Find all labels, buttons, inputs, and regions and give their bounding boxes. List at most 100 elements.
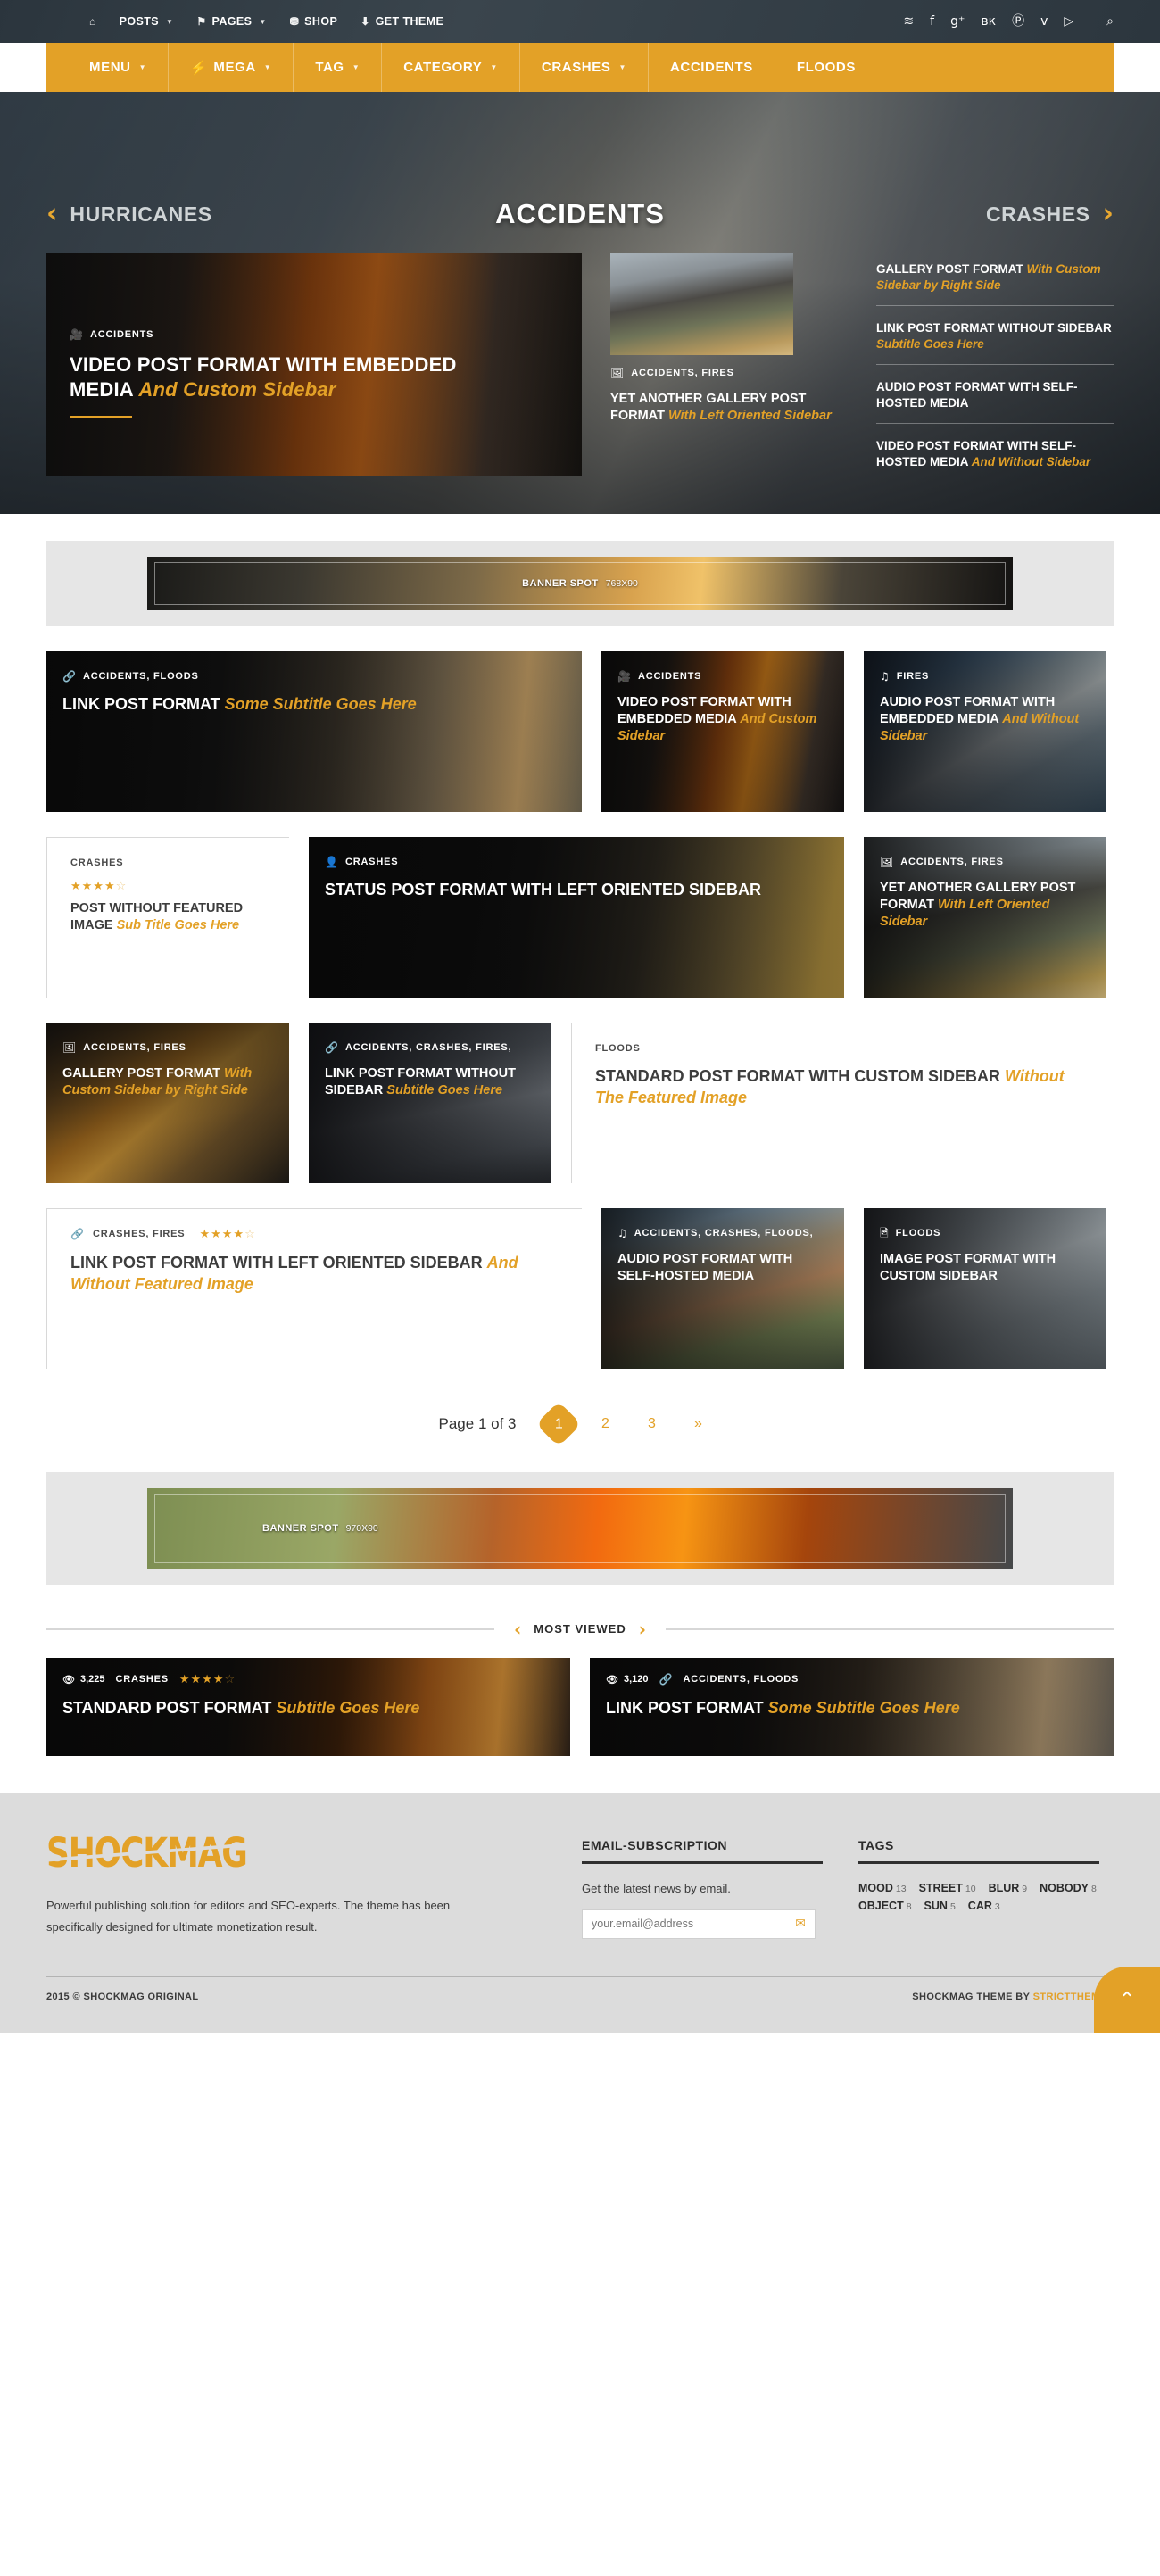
rss-icon[interactable]: ≋	[903, 15, 914, 28]
twitter-icon[interactable]: ᴠ	[1040, 15, 1048, 28]
post-card[interactable]: 🖼 ACCIDENTS, FIRES YET ANOTHER GALLERY P…	[864, 836, 1106, 998]
post-title[interactable]: YET ANOTHER GALLERY POST FORMAT With Lef…	[880, 880, 1090, 932]
post-title[interactable]: STATUS POST FORMAT WITH LEFT ORIENTED SI…	[325, 880, 823, 901]
divider	[582, 1860, 823, 1864]
category-list[interactable]: ACCIDENTS, FIRES	[900, 857, 1003, 867]
post-card[interactable]: ♫ FIRES AUDIO POST FORMAT WITH EMBEDDED …	[864, 650, 1106, 812]
category-list[interactable]: ACCIDENTS	[90, 329, 153, 340]
post-title[interactable]: STANDARD POST FORMAT Subtitle Goes Here	[62, 1698, 549, 1719]
topnav-item-pages[interactable]: ⚑ PAGES ▼	[196, 15, 266, 28]
page-button-2[interactable]: 2	[589, 1408, 621, 1440]
list-item[interactable]: VIDEO POST FORMAT WITH SELF-HOSTED MEDIA…	[876, 422, 1114, 482]
most-viewed-card[interactable]: 👁 3,225 CRASHES ★★★★☆ STANDARD POST FORMA…	[46, 1657, 570, 1756]
nav-item-category[interactable]: CATEGORY ▼	[382, 43, 520, 92]
page-button-3[interactable]: 3	[635, 1408, 667, 1440]
category-list[interactable]: ACCIDENTS	[638, 671, 701, 682]
tag-item[interactable]: BLUR 9	[989, 1882, 1028, 1894]
category-list[interactable]: ACCIDENTS, CRASHES, FLOODS,	[634, 1228, 814, 1238]
post-title[interactable]: POST WITHOUT FEATURED IMAGE Sub Title Go…	[70, 900, 266, 935]
post-title[interactable]: LINK POST FORMAT Some Subtitle Goes Here	[606, 1698, 1092, 1719]
back-to-top-button[interactable]: ⌃	[1094, 1966, 1160, 2033]
category-list[interactable]: FLOODS	[896, 1228, 941, 1238]
nav-item-crashes[interactable]: CRASHES ▼	[520, 43, 649, 92]
post-title[interactable]: VIDEO POST FORMAT WITH EMBEDDED MEDIA An…	[617, 694, 828, 746]
most-viewed-card[interactable]: 👁 3,120 🔗 ACCIDENTS, FLOODS LINK POST FOR…	[590, 1657, 1114, 1756]
google-plus-icon[interactable]: g⁺	[950, 15, 965, 28]
post-title[interactable]: IMAGE POST FORMAT WITH CUSTOM SIDEBAR	[880, 1251, 1090, 1286]
envelope-icon[interactable]: ✉	[795, 1917, 806, 1931]
topnav-item-shop[interactable]: ⛃ SHOP	[290, 15, 338, 28]
nav-item-mega[interactable]: ⚡ MEGA ▼	[169, 43, 294, 92]
post-card[interactable]: ♫ ACCIDENTS, CRASHES, FLOODS, AUDIO POST…	[601, 1207, 844, 1369]
footer-logo[interactable]: SHOCKMAG	[46, 1834, 248, 1874]
nav-item-floods[interactable]: FLOODS	[775, 43, 877, 92]
category-list[interactable]: CRASHES	[116, 1674, 169, 1685]
most-viewed-grid: 👁 3,225 CRASHES ★★★★☆ STANDARD POST FORMA…	[46, 1657, 1114, 1756]
email-field[interactable]	[592, 1918, 796, 1931]
nav-item-accidents[interactable]: ACCIDENTS	[649, 43, 775, 92]
post-title[interactable]: LINK POST FORMAT WITH LEFT ORIENTED SIDE…	[70, 1253, 559, 1296]
chevron-right-icon[interactable]: ›	[639, 1620, 646, 1638]
category-list[interactable]: CRASHES	[345, 857, 398, 867]
list-item[interactable]: GALLERY POST FORMAT With Custom Sidebar …	[876, 253, 1114, 305]
category-list[interactable]: CRASHES, FIRES	[93, 1229, 186, 1239]
nav-item-menu[interactable]: MENU ▼	[46, 43, 170, 92]
post-title[interactable]: YET ANOTHER GALLERY POST FORMAT With Lef…	[610, 391, 846, 425]
post-title[interactable]: VIDEO POST FORMAT WITH EMBEDDED MEDIA An…	[70, 352, 493, 402]
post-card[interactable]: FLOODS STANDARD POST FORMAT WITH CUSTOM …	[571, 1022, 1106, 1183]
topnav-item-get-theme[interactable]: ⬇ GET THEME	[360, 15, 443, 28]
topnav-label: GET THEME	[375, 15, 444, 28]
facebook-icon[interactable]: f	[930, 15, 934, 28]
post-title[interactable]: AUDIO POST FORMAT WITH SELF-HOSTED MEDIA	[617, 1251, 828, 1286]
category-list[interactable]: ACCIDENTS, CRASHES, FIRES,	[345, 1042, 511, 1053]
post-card[interactable]: 🔗 CRASHES, FIRES ★★★★☆ LINK POST FORMAT …	[46, 1207, 582, 1369]
tag-item[interactable]: STREET 10	[919, 1882, 976, 1894]
content-banner-ad-top[interactable]: BANNER SPOT 768X90	[147, 556, 1013, 610]
topnav-item-posts[interactable]: POSTS ▼	[120, 15, 174, 28]
post-card[interactable]: CRASHES ★★★★☆ POST WITHOUT FEATURED IMAG…	[46, 836, 289, 998]
post-title[interactable]: LINK POST FORMAT Some Subtitle Goes Here	[62, 694, 560, 716]
category-list[interactable]: ACCIDENTS, FIRES	[631, 368, 733, 378]
category-list[interactable]: FLOODS	[595, 1043, 641, 1054]
topnav-label: PAGES	[211, 15, 253, 28]
tag-item[interactable]: CAR 3	[968, 1900, 1000, 1912]
pinterest-icon[interactable]: Ⓟ	[1012, 15, 1024, 28]
nav-item-tag[interactable]: TAG ▼	[294, 43, 383, 92]
page-button-1[interactable]: 1	[536, 1401, 582, 1447]
top-nav: ⌂ POSTS ▼ ⚑ PAGES ▼ ⛃ SHOP ⬇ GET THEME	[89, 15, 443, 28]
topnav-item-home[interactable]: ⌂	[89, 15, 96, 28]
tag-item[interactable]: NOBODY 8	[1040, 1882, 1097, 1894]
category-line: ♫ ACCIDENTS, CRASHES, FLOODS,	[617, 1228, 828, 1238]
list-item[interactable]: LINK POST FORMAT WITHOUT SIDEBAR Subtitl…	[876, 304, 1114, 364]
tag-item[interactable]: OBJECT 8	[858, 1900, 912, 1912]
vimeo-icon[interactable]: ▷	[1064, 15, 1073, 28]
hero-secondary-post[interactable]: 🖼 ACCIDENTS, FIRES YET ANOTHER GALLERY P…	[603, 253, 846, 482]
category-list[interactable]: FIRES	[897, 671, 929, 682]
category-list[interactable]: ACCIDENTS, FIRES	[83, 1042, 186, 1053]
vk-icon[interactable]: вк	[981, 15, 996, 28]
content-banner-ad-bottom[interactable]: BANNER SPOT 970X90	[147, 1487, 1013, 1569]
post-card[interactable]: 🔗 ACCIDENTS, FLOODS LINK POST FORMAT Som…	[46, 650, 582, 812]
post-card[interactable]: 🔗 ACCIDENTS, CRASHES, FIRES, LINK POST F…	[309, 1022, 551, 1183]
list-item[interactable]: AUDIO POST FORMAT WITH SELF-HOSTED MEDIA	[876, 363, 1114, 423]
chevron-left-icon[interactable]: ‹	[514, 1620, 521, 1638]
post-title[interactable]: AUDIO POST FORMAT WITH EMBEDDED MEDIA An…	[880, 694, 1090, 746]
tag-item[interactable]: SUN 5	[924, 1900, 956, 1912]
post-card[interactable]: 🎥 ACCIDENTS VIDEO POST FORMAT WITH EMBED…	[601, 650, 844, 812]
post-card[interactable]: 👤 CRASHES STATUS POST FORMAT WITH LEFT O…	[309, 836, 844, 998]
search-icon[interactable]: ⌕	[1106, 15, 1114, 28]
hero-featured-post[interactable]: 🎥 ACCIDENTS VIDEO POST FORMAT WITH EMBED…	[46, 253, 582, 476]
tag-label: BLUR	[988, 1881, 1020, 1894]
category-list[interactable]: ACCIDENTS, FLOODS	[683, 1674, 799, 1685]
post-title[interactable]: STANDARD POST FORMAT WITH CUSTOM SIDEBAR…	[595, 1066, 1083, 1109]
category-list[interactable]: CRASHES	[70, 857, 123, 868]
page-next-button[interactable]: »	[682, 1408, 714, 1440]
post-title[interactable]: GALLERY POST FORMAT With Custom Sidebar …	[62, 1065, 273, 1100]
post-title[interactable]: LINK POST FORMAT WITHOUT SIDEBAR Subtitl…	[325, 1065, 535, 1100]
post-card[interactable]: 🖼 ACCIDENTS, FIRES GALLERY POST FORMAT W…	[46, 1022, 289, 1183]
post-card[interactable]: 🖻 FLOODS IMAGE POST FORMAT WITH CUSTOM S…	[864, 1207, 1106, 1369]
category-list[interactable]: ACCIDENTS, FLOODS	[83, 671, 199, 682]
post-card-body: ♫ FIRES AUDIO POST FORMAT WITH EMBEDDED …	[880, 671, 1090, 746]
post-subtitle: Some Subtitle Goes Here	[224, 694, 417, 713]
tag-item[interactable]: MOOD 13	[858, 1882, 907, 1894]
